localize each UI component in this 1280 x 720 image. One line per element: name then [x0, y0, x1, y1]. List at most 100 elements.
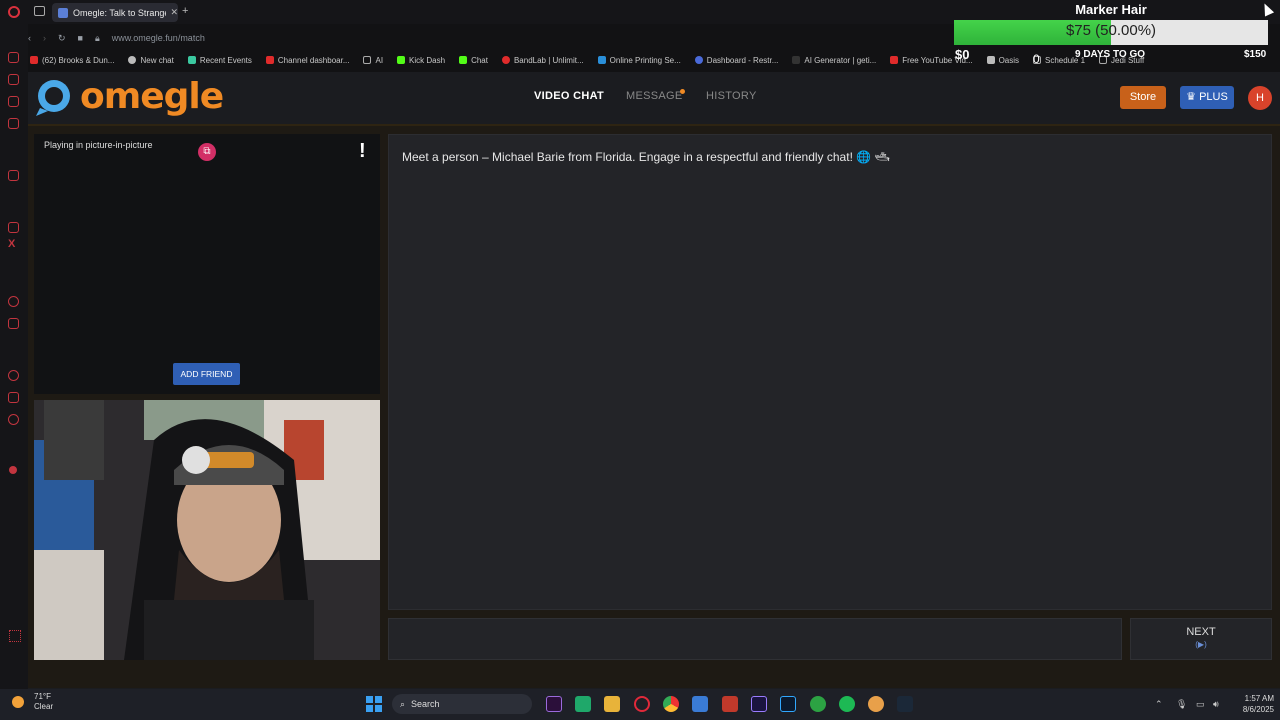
audition-app-icon[interactable]	[546, 696, 562, 712]
xbox-icon[interactable]	[810, 696, 826, 712]
next-label: NEXT	[1186, 626, 1216, 638]
new-tab-icon[interactable]: +	[182, 5, 188, 17]
browser-tab-omegle[interactable]: Omegle: Talk to Strangers ✕	[52, 3, 178, 22]
chat-log-panel	[388, 134, 1272, 610]
goal-amount: $75 (50.00%)	[1065, 22, 1157, 39]
weather-widget[interactable]: 71°F Clear	[34, 692, 53, 712]
bookmark-item[interactable]: (62) Brooks & Dun...	[30, 56, 114, 65]
windows-start-icon[interactable]	[366, 696, 382, 712]
bookmark-item[interactable]: Kick Dash	[397, 56, 445, 65]
weather-temp: 71°F	[34, 692, 51, 701]
bookmark-item[interactable]: Chat	[459, 56, 488, 65]
ai-icon[interactable]	[8, 170, 19, 181]
reload-icon[interactable]: ↻	[58, 33, 66, 44]
aria-icon[interactable]	[8, 52, 19, 63]
bookmark-item[interactable]: New chat	[128, 56, 174, 65]
search-icon: ⌕	[400, 698, 406, 709]
taskbar-search[interactable]: ⌕ Search	[392, 694, 532, 714]
add-friend-button[interactable]: ADD FRIEND	[173, 363, 240, 385]
bookmark-folder[interactable]: AI	[363, 56, 383, 65]
webcam-image	[34, 400, 380, 660]
opera-taskbar-icon[interactable]	[634, 696, 650, 712]
clock-time: 1:57 AM	[1244, 694, 1274, 703]
next-button[interactable]: NEXT (▶)	[1130, 618, 1272, 660]
omegle-favicon-icon	[58, 7, 68, 18]
system-chat-message: Meet a person – Michael Barie from Flori…	[402, 150, 890, 164]
taskbar-clock[interactable]: 1:57 AM 8/6/2025	[1230, 693, 1274, 715]
goal-min: $0	[955, 47, 970, 62]
workspaces-icon[interactable]	[34, 6, 45, 16]
remote-video-panel	[34, 134, 380, 394]
picture-in-picture-icon[interactable]: ⧉	[198, 143, 216, 161]
crown-icon: ♛	[1186, 91, 1200, 103]
nav-video-chat[interactable]: VIDEO CHAT	[534, 90, 604, 102]
forward-icon[interactable]: ›	[43, 33, 46, 43]
counter-zero: 0	[1033, 52, 1040, 66]
address-bar: ‹ › ↻ ■ 🔒︎ www.omegle.fun/match	[28, 26, 948, 50]
user-avatar[interactable]: H	[1248, 86, 1272, 110]
chrome-icon[interactable]	[663, 696, 679, 712]
opera-logo-icon[interactable]	[8, 6, 20, 18]
tray-chevron-icon[interactable]: ⌃	[1155, 699, 1163, 710]
x-twitter-icon[interactable]: X	[8, 238, 15, 250]
discord-icon[interactable]	[8, 222, 19, 233]
app-icon[interactable]	[722, 696, 738, 712]
report-button[interactable]: !	[359, 140, 367, 162]
lock-icon: 🔒︎	[94, 32, 100, 43]
url-field[interactable]: www.omegle.fun/match	[112, 33, 205, 43]
music-icon[interactable]	[8, 296, 19, 307]
mail-icon[interactable]	[8, 118, 19, 129]
volume-icon[interactable]: 🔊︎	[1213, 699, 1219, 710]
camera-icon[interactable]: ■	[78, 33, 83, 43]
bookmark-item[interactable]: Channel dashboar...	[265, 56, 349, 65]
nav-history[interactable]: HISTORY	[706, 90, 757, 102]
goal-title: Marker Hair	[1075, 2, 1147, 17]
search-label: Search	[411, 699, 440, 709]
microphone-icon[interactable]: 🎙︎	[1176, 699, 1187, 710]
tab-title: Omegle: Talk to Strangers	[73, 7, 166, 18]
photos-icon[interactable]	[692, 696, 708, 712]
next-shortcut-hint: (▶)	[1195, 640, 1207, 649]
messenger-icon[interactable]	[8, 74, 19, 85]
history-icon[interactable]	[8, 370, 19, 381]
plus-label: PLUS	[1199, 91, 1228, 103]
weather-icon[interactable]	[12, 696, 24, 708]
file-explorer-icon[interactable]	[604, 696, 620, 712]
site-logo-text[interactable]: omegle	[80, 76, 224, 117]
photoshop-icon[interactable]	[780, 696, 796, 712]
steam-icon[interactable]	[897, 696, 913, 712]
network-icon[interactable]: ▭	[1196, 699, 1205, 710]
sidebar-settings-icon[interactable]	[9, 630, 21, 642]
app-icon[interactable]	[868, 696, 884, 712]
bookmark-item[interactable]: BandLab | Unlimit...	[501, 56, 584, 65]
nav-message[interactable]: MESSAGE	[626, 90, 683, 102]
bookmark-item[interactable]: Online Printing Se...	[597, 56, 681, 65]
goal-days-left: 9 DAYS TO GO	[1074, 49, 1146, 60]
app-icon[interactable]	[575, 696, 591, 712]
plus-button[interactable]: ♛ PLUS	[1180, 86, 1234, 109]
browser-sidebar: X	[0, 24, 28, 689]
bookmark-item[interactable]: Recent Events	[187, 56, 252, 65]
chat-message-input[interactable]	[388, 618, 1122, 660]
pip-label: Playing in picture-in-picture	[44, 140, 153, 150]
weather-desc: Clear	[34, 702, 54, 711]
player-icon[interactable]	[8, 318, 19, 329]
back-icon[interactable]: ‹	[28, 33, 31, 43]
omegle-logo-icon[interactable]	[34, 78, 74, 118]
close-tab-icon[interactable]: ✕	[170, 7, 178, 18]
bookmark-item[interactable]: Dashboard - Restr...	[694, 56, 778, 65]
store-button[interactable]: Store	[1120, 86, 1166, 109]
clock-date: 8/6/2025	[1242, 705, 1274, 714]
instagram-icon[interactable]	[8, 96, 19, 107]
settings-icon[interactable]	[8, 414, 19, 425]
message-notification-dot	[680, 89, 685, 94]
extensions-icon[interactable]	[8, 392, 19, 403]
record-icon[interactable]	[9, 466, 17, 474]
premiere-icon[interactable]	[751, 696, 767, 712]
bookmark-item[interactable]: Oasis	[986, 56, 1019, 65]
bookmark-item[interactable]: AI Generator | geti...	[792, 56, 876, 65]
spotify-icon[interactable]	[839, 696, 855, 712]
goal-max: $150	[1244, 49, 1267, 60]
local-webcam-feed	[34, 400, 380, 660]
bookmarks-bar: (62) Brooks & Dun... New chat Recent Eve…	[30, 53, 1230, 67]
